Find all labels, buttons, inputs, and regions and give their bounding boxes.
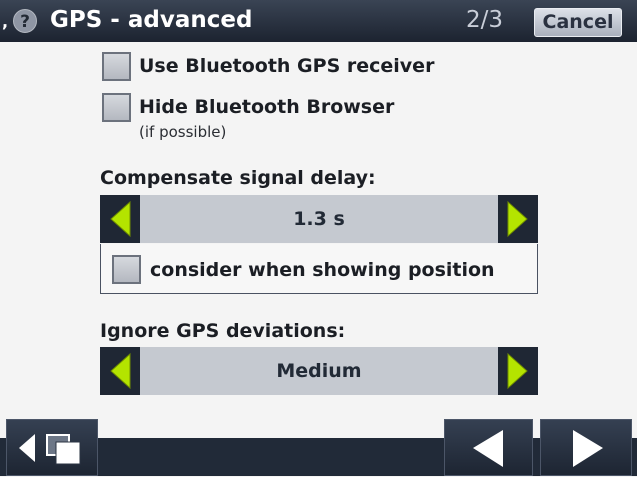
- next-button[interactable]: [540, 419, 632, 476]
- signal-delay-heading: Compensate signal delay:: [100, 167, 376, 189]
- title-tick: ,: [2, 12, 9, 31]
- use-bt-receiver-checkbox[interactable]: [102, 52, 131, 81]
- left-arrow-icon: [110, 352, 131, 390]
- page-indicator: 2/3: [466, 7, 504, 33]
- signal-delay-value: 1.3 s: [140, 195, 498, 243]
- signal-delay-decrease-button[interactable]: [100, 195, 140, 243]
- cancel-button[interactable]: Cancel: [534, 8, 622, 37]
- consider-position-checkbox[interactable]: [112, 255, 141, 284]
- switch-windows-icon: [19, 434, 81, 465]
- deviations-heading: Ignore GPS deviations:: [100, 320, 346, 342]
- hide-bt-browser-checkbox[interactable]: [102, 93, 131, 122]
- deviations-increase-button[interactable]: [498, 347, 538, 395]
- switch-windows-button[interactable]: [6, 419, 98, 476]
- title-bar: , ? GPS - advanced 2/3 Cancel: [0, 0, 637, 42]
- page-title: GPS - advanced: [50, 7, 253, 33]
- use-bt-receiver-label[interactable]: Use Bluetooth GPS receiver: [139, 55, 434, 77]
- help-icon[interactable]: ?: [13, 9, 37, 33]
- deviations-value: Medium: [140, 347, 498, 395]
- deviations-decrease-button[interactable]: [100, 347, 140, 395]
- consider-position-label[interactable]: consider when showing position: [150, 259, 495, 281]
- next-arrow-icon: [573, 430, 603, 467]
- hide-bt-browser-label[interactable]: Hide Bluetooth Browser: [139, 96, 394, 118]
- back-button[interactable]: [444, 419, 533, 476]
- right-arrow-icon: [507, 352, 528, 390]
- right-arrow-icon: [507, 200, 528, 238]
- back-arrow-icon: [473, 430, 503, 467]
- hide-bt-browser-sublabel: (if possible): [139, 123, 227, 141]
- signal-delay-increase-button[interactable]: [498, 195, 538, 243]
- left-arrow-icon: [110, 200, 131, 238]
